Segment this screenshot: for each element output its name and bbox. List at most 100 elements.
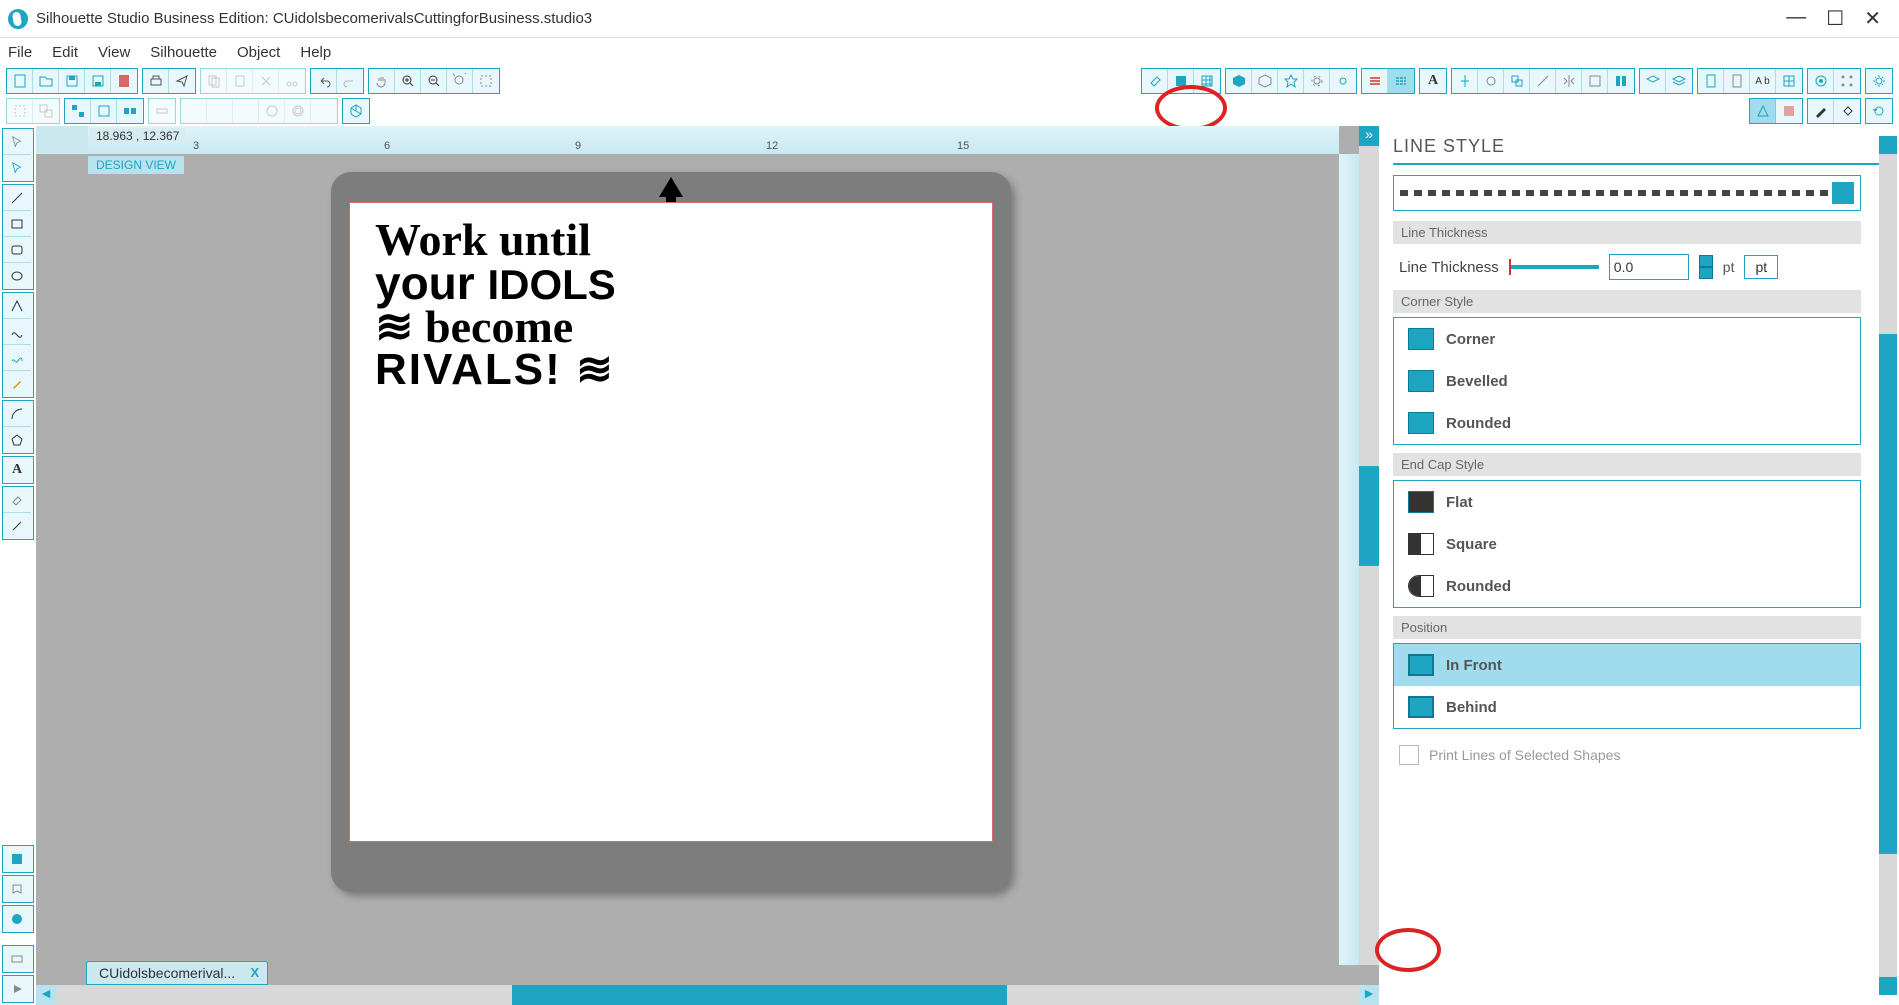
- thickness-input[interactable]: 0.0: [1609, 254, 1689, 280]
- line-pattern-selector[interactable]: [1393, 175, 1861, 211]
- hexagon-outline-icon[interactable]: [1252, 69, 1278, 93]
- undo-button[interactable]: [311, 69, 337, 93]
- arc-tool[interactable]: [3, 401, 31, 427]
- t2-sel2[interactable]: [33, 99, 59, 123]
- text-tool[interactable]: A: [3, 457, 31, 483]
- new-file-button[interactable]: [7, 69, 33, 93]
- save-button[interactable]: [59, 69, 85, 93]
- layer-icon[interactable]: [1640, 69, 1666, 93]
- close-button[interactable]: ✕: [1864, 6, 1881, 31]
- text-tool-button[interactable]: A: [1420, 69, 1446, 93]
- play-tool[interactable]: [3, 976, 31, 1002]
- pencil-tool[interactable]: [3, 371, 31, 397]
- t2-o4[interactable]: [259, 99, 285, 123]
- page-icon[interactable]: [1698, 69, 1724, 93]
- print-lines-checkbox[interactable]: [1399, 745, 1419, 765]
- corner-option-rounded[interactable]: Rounded: [1394, 402, 1860, 444]
- curve-tool[interactable]: [3, 319, 31, 345]
- position-option-behind[interactable]: Behind: [1394, 686, 1860, 728]
- t2-o6[interactable]: [311, 99, 337, 123]
- copy-button[interactable]: [201, 69, 227, 93]
- bucket-icon[interactable]: [1834, 99, 1860, 123]
- panel-scrollbar[interactable]: [1879, 136, 1897, 995]
- close-tab-icon[interactable]: X: [251, 965, 260, 980]
- menu-file[interactable]: File: [8, 44, 32, 61]
- edit-points-tool[interactable]: [3, 155, 31, 181]
- thickness-spinner[interactable]: [1699, 255, 1713, 279]
- store-tool[interactable]: [3, 906, 31, 932]
- align-icon[interactable]: [1452, 69, 1478, 93]
- maximize-button[interactable]: ☐: [1826, 6, 1844, 31]
- menu-view[interactable]: View: [98, 44, 130, 61]
- grid-icon[interactable]: [1582, 69, 1608, 93]
- t2-o5[interactable]: [285, 99, 311, 123]
- polygon-tool[interactable]: [3, 427, 31, 453]
- minimize-button[interactable]: —: [1786, 6, 1806, 31]
- menu-object[interactable]: Object: [237, 44, 280, 61]
- position-option-front[interactable]: In Front: [1394, 644, 1860, 686]
- eraser-tool[interactable]: [3, 487, 31, 513]
- library-tool[interactable]: [3, 876, 31, 902]
- brush-icon[interactable]: [1808, 99, 1834, 123]
- endcap-option-rounded[interactable]: Rounded: [1394, 565, 1860, 607]
- page2-icon[interactable]: [1724, 69, 1750, 93]
- horizontal-scrollbar[interactable]: ◄►: [36, 985, 1379, 1005]
- thickness-slider[interactable]: [1509, 265, 1599, 269]
- line-pattern-dropdown-icon[interactable]: [1832, 182, 1854, 204]
- document-tab[interactable]: CUidolsbecomerival... X: [86, 961, 268, 985]
- layer2-icon[interactable]: [1666, 69, 1692, 93]
- endcap-option-flat[interactable]: Flat: [1394, 481, 1860, 523]
- file-icon-button[interactable]: [111, 69, 137, 93]
- mirror-icon[interactable]: [1556, 69, 1582, 93]
- menu-silhouette[interactable]: Silhouette: [150, 44, 217, 61]
- ab-icon[interactable]: A b: [1750, 69, 1776, 93]
- paste-button[interactable]: [227, 69, 253, 93]
- redo-button[interactable]: [337, 69, 363, 93]
- artwork-text[interactable]: Work until your IDOLS ≋ become RIVALS! ≋: [375, 218, 616, 391]
- t2-sel1[interactable]: [7, 99, 33, 123]
- line-tool[interactable]: [3, 185, 31, 211]
- target-icon[interactable]: [1808, 69, 1834, 93]
- trace1-icon[interactable]: [1750, 99, 1776, 123]
- rect-tool[interactable]: [3, 211, 31, 237]
- t2-dist[interactable]: [149, 99, 175, 123]
- line-style-button[interactable]: [1388, 69, 1414, 93]
- scale-icon[interactable]: [1504, 69, 1530, 93]
- hexagon-fill-icon[interactable]: [1226, 69, 1252, 93]
- grid-fill-button[interactable]: [1194, 69, 1220, 93]
- send-button[interactable]: [169, 69, 195, 93]
- corner-option-bevelled[interactable]: Bevelled: [1394, 360, 1860, 402]
- menu-edit[interactable]: Edit: [52, 44, 78, 61]
- menu-help[interactable]: Help: [300, 44, 331, 61]
- line-icon[interactable]: [1530, 69, 1556, 93]
- canvas-viewport[interactable]: Work until your IDOLS ≋ become RIVALS! ≋: [36, 154, 1339, 965]
- t2-o3[interactable]: [233, 99, 259, 123]
- bottom-rect-tool[interactable]: [3, 946, 31, 972]
- t2-group3[interactable]: [117, 99, 143, 123]
- dots-icon[interactable]: [1834, 69, 1860, 93]
- t2-group1[interactable]: [65, 99, 91, 123]
- scissors-button[interactable]: [279, 69, 305, 93]
- grid3-icon[interactable]: [1776, 69, 1802, 93]
- t2-o1[interactable]: [181, 99, 207, 123]
- ellipse-tool[interactable]: [3, 263, 31, 289]
- cut-button[interactable]: [253, 69, 279, 93]
- knife-tool[interactable]: [3, 513, 31, 539]
- t2-cube[interactable]: [343, 99, 369, 123]
- rotate-icon[interactable]: [1478, 69, 1504, 93]
- eraser-icon[interactable]: [1142, 69, 1168, 93]
- zoom-fit-button[interactable]: [447, 69, 473, 93]
- settings-gear-icon[interactable]: [1866, 69, 1892, 93]
- hand-tool-button[interactable]: [369, 69, 395, 93]
- zoom-in-button[interactable]: [395, 69, 421, 93]
- round-rect-tool[interactable]: [3, 237, 31, 263]
- design-page[interactable]: Work until your IDOLS ≋ become RIVALS! ≋: [349, 202, 993, 842]
- rect-fill-button[interactable]: [1168, 69, 1194, 93]
- design-area-tool[interactable]: [3, 846, 31, 872]
- zoom-selection-button[interactable]: [473, 69, 499, 93]
- freehand-tool[interactable]: [3, 345, 31, 371]
- poly-tool[interactable]: [3, 293, 31, 319]
- corner-option-corner[interactable]: Corner: [1394, 318, 1860, 360]
- sun-icon[interactable]: [1330, 69, 1356, 93]
- pattern-icon[interactable]: [1608, 69, 1634, 93]
